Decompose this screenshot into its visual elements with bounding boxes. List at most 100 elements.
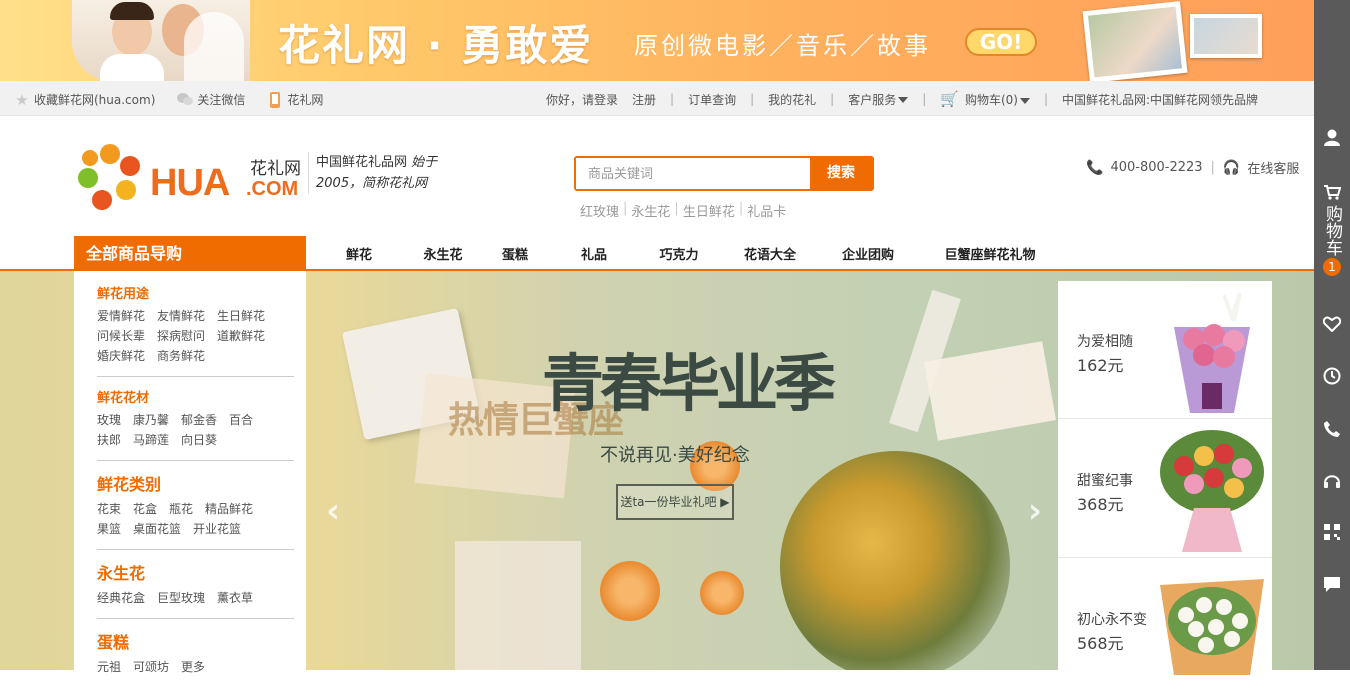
phone-icon[interactable] [1314, 420, 1350, 443]
wechat-link[interactable]: 关注微信 [177, 91, 245, 108]
category-link[interactable]: 更多 [181, 657, 205, 677]
category-link[interactable]: 婚庆鲜花 [97, 346, 145, 366]
qrcode-icon[interactable] [1314, 523, 1350, 546]
hero-title: 青春毕业季 [542, 347, 836, 420]
hot-word-link[interactable]: 永生花 [631, 201, 670, 220]
product-card[interactable]: 为爱相随 162元 [1058, 281, 1272, 419]
category-link[interactable]: 向日葵 [181, 430, 217, 450]
bookmark-link[interactable]: ★ 收藏鲜花网(hua.com) [14, 91, 155, 108]
category-link[interactable]: 花束 [97, 499, 121, 519]
hot-word-link[interactable]: 礼品卡 [747, 201, 786, 220]
login-link[interactable]: 你好，请登录 [546, 91, 618, 108]
divider: | [922, 92, 927, 106]
nav-item-flower-language[interactable]: 花语大全 [726, 244, 814, 263]
category-link[interactable]: 经典花盒 [97, 588, 145, 608]
toolbar-cart-label: 购物车 [1322, 205, 1342, 256]
category-link[interactable]: 道歉鲜花 [217, 326, 265, 346]
product-card[interactable]: 甜蜜纪事 368元 [1058, 420, 1272, 558]
category-link[interactable]: 精品鲜花 [205, 499, 253, 519]
flower-logo-icon [78, 144, 140, 210]
category-link[interactable]: 友情鲜花 [157, 306, 205, 326]
category-link[interactable]: 问候长辈 [97, 326, 145, 346]
chevron-down-icon [1019, 97, 1030, 104]
history-icon[interactable] [1314, 367, 1350, 390]
category-title[interactable]: 蛋糕 [97, 629, 294, 653]
category-link[interactable]: 薰衣草 [217, 588, 253, 608]
side-toolbar: 购物车 1 [1314, 0, 1350, 670]
product-card[interactable]: 初心永不变 568元 [1058, 559, 1272, 697]
category-link[interactable]: 商务鲜花 [157, 346, 205, 366]
my-account-link[interactable]: 我的花礼 [768, 91, 816, 108]
top-promo-banner[interactable]: 花礼网 · 勇敢爱 原创微电影／音乐／故事 GO! [0, 0, 1314, 81]
mobile-link[interactable]: 花礼网 [267, 91, 323, 108]
customer-service-menu[interactable]: 客户服务 [848, 91, 909, 108]
order-query-link[interactable]: 订单查询 [688, 91, 736, 108]
heart-icon[interactable] [1314, 316, 1350, 337]
toolbar-cart[interactable]: 购物车 1 [1314, 184, 1350, 276]
slogan-since: 始于 [411, 155, 438, 170]
category-link[interactable]: 生日鲜花 [217, 306, 265, 326]
banner-photo [1190, 14, 1262, 58]
category-link[interactable]: 元祖 [97, 657, 121, 677]
product-price: 568元 [1077, 634, 1124, 653]
utility-bar: ★ 收藏鲜花网(hua.com) 关注微信 花礼网 你好，请登录 注册 | 订单… [0, 81, 1314, 116]
hot-word-link[interactable]: 生日鲜花 [683, 201, 735, 220]
mobile-icon [267, 91, 283, 108]
category-link[interactable]: 花盒 [133, 499, 157, 519]
nav-item-corporate[interactable]: 企业团购 [814, 244, 922, 263]
chat-icon[interactable] [1314, 575, 1350, 598]
nav-item-cancer-gifts[interactable]: 巨蟹座鲜花礼物 [922, 244, 1058, 263]
category-link[interactable]: 马蹄莲 [133, 430, 169, 450]
mobile-label: 花礼网 [287, 93, 324, 107]
category-title[interactable]: 鲜花用途 [97, 283, 294, 302]
category-link[interactable]: 果篮 [97, 519, 121, 539]
category-link[interactable]: 巨型玫瑰 [157, 588, 205, 608]
register-link[interactable]: 注册 [632, 91, 656, 108]
category-link[interactable]: 开业花篮 [193, 519, 241, 539]
hot-search-words: 红玫瑰 | 永生花 | 生日鲜花 | 礼品卡 [580, 201, 786, 220]
category-link[interactable]: 康乃馨 [133, 410, 169, 430]
category-link[interactable]: 桌面花篮 [133, 519, 181, 539]
carousel-prev-icon[interactable]: ‹ [318, 493, 348, 529]
bouquet-image [1174, 292, 1250, 413]
carousel-next-icon[interactable]: › [1020, 493, 1050, 529]
hot-word-link[interactable]: 红玫瑰 [580, 201, 619, 220]
phone-icon: 📞 [1086, 159, 1104, 176]
category-title[interactable]: 鲜花类别 [97, 471, 294, 495]
star-icon: ★ [15, 90, 29, 109]
category-link[interactable]: 百合 [229, 410, 253, 430]
site-logo[interactable]: HUA 花礼网 .COM [76, 142, 306, 214]
category-link[interactable]: 可颂坊 [133, 657, 169, 677]
category-link[interactable]: 瓶花 [169, 499, 193, 519]
banner-go-button[interactable]: GO! [965, 28, 1037, 56]
category-link[interactable]: 探病慰问 [157, 326, 205, 346]
category-link[interactable]: 玫瑰 [97, 410, 121, 430]
main-nav: 鲜花 永生花 蛋糕 礼品 巧克力 花语大全 企业团购 巨蟹座鲜花礼物 [306, 244, 1058, 263]
nav-item-flowers[interactable]: 鲜花 [306, 244, 412, 263]
headset-icon[interactable] [1314, 472, 1350, 495]
divider: | [670, 92, 675, 106]
search-input[interactable] [576, 158, 810, 189]
product-name: 初心永不变 [1077, 612, 1147, 628]
category-title[interactable]: 永生花 [97, 560, 294, 584]
nav-item-cakes[interactable]: 蛋糕 [474, 244, 556, 263]
nav-item-gifts[interactable]: 礼品 [556, 244, 632, 263]
all-categories-button[interactable]: 全部商品导购 [74, 236, 306, 271]
nav-item-chocolate[interactable]: 巧克力 [632, 244, 726, 263]
category-link[interactable]: 扶郎 [97, 430, 121, 450]
user-icon[interactable] [1314, 128, 1350, 151]
search-button[interactable]: 搜索 [810, 158, 872, 189]
nav-item-preserved-flowers[interactable]: 永生花 [412, 244, 474, 263]
divider: | [1210, 160, 1215, 175]
category-link[interactable]: 爱情鲜花 [97, 306, 145, 326]
wechat-icon [177, 92, 194, 108]
cart-count-badge: 1 [1323, 258, 1341, 276]
category-title[interactable]: 鲜花花材 [97, 387, 294, 406]
mini-cart[interactable]: 🛒 购物车(0) [940, 90, 1030, 108]
hero-cta-button[interactable]: 送ta一份毕业礼吧 ▶ [616, 484, 734, 520]
category-link[interactable]: 郁金香 [181, 410, 217, 430]
customer-service-label: 客户服务 [848, 92, 897, 107]
divider: | [1043, 92, 1048, 106]
category-menu: 鲜花用途 爱情鲜花 友情鲜花 生日鲜花 问候长辈 探病慰问 道歉鲜花 婚庆鲜花 … [74, 271, 306, 674]
online-service-link[interactable]: 在线客服 [1247, 158, 1299, 177]
